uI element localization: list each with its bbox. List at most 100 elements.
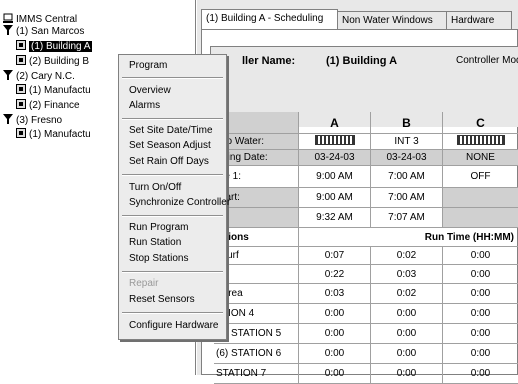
days-to-water-c[interactable]: [443, 134, 518, 150]
end-time-a: 9:32 AM: [299, 208, 371, 228]
station-runtime[interactable]: 0:00: [443, 284, 518, 304]
station-runtime[interactable]: 0:00: [299, 324, 371, 344]
menu-item-set-rain-off-days[interactable]: Set Rain Off Days: [129, 156, 209, 168]
tree-node-label: (1) San Marcos: [16, 26, 85, 37]
tree-root-label: IMMS Central: [16, 14, 78, 25]
menu-separator: [122, 271, 223, 273]
end-time-c: [443, 208, 518, 228]
first-start-b: 7:00 AM: [371, 188, 443, 208]
tree-node-label: (2) Building B: [29, 56, 90, 67]
tab-scheduling[interactable]: (1) Building A - Scheduling: [201, 9, 338, 30]
station-label: STATION 7: [214, 364, 299, 384]
tree-node-label: (2) Cary N.C.: [16, 71, 75, 82]
station-runtime[interactable]: 0:00: [443, 304, 518, 324]
controller-icon: [16, 55, 26, 65]
station-runtime[interactable]: 0:00: [443, 324, 518, 344]
days-to-water-b[interactable]: INT 3: [371, 134, 443, 150]
menu-item-program[interactable]: Program: [129, 60, 167, 72]
station-runtime[interactable]: 0:00: [443, 247, 518, 265]
station-runtime[interactable]: 0:22: [299, 265, 371, 284]
menu-item-run-station[interactable]: Run Station: [129, 237, 181, 249]
tree-node-fresno[interactable]: (3) Fresno: [3, 114, 62, 127]
tree-node-cary[interactable]: (2) Cary N.C.: [3, 70, 75, 83]
station-runtime[interactable]: 0:00: [443, 344, 518, 364]
days-to-water-a[interactable]: [299, 134, 371, 150]
station-runtime[interactable]: 0:00: [371, 344, 443, 364]
station-runtime[interactable]: 0:00: [371, 304, 443, 324]
station-runtime[interactable]: 0:00: [443, 364, 518, 384]
site-funnel-icon: [3, 25, 13, 35]
station-label: (6) STATION 6: [214, 344, 299, 364]
tree-node-building-a[interactable]: (1) Building A: [16, 40, 93, 53]
station-runtime[interactable]: 0:00: [299, 364, 371, 384]
station-runtime[interactable]: 0:03: [371, 265, 443, 284]
program-grid: m: A B C s to Water: INT 3 tering Date: …: [214, 112, 518, 384]
first-start-a: 9:00 AM: [299, 188, 371, 208]
scheduling-panel: (1) Building A - Scheduling Non Water Wi…: [197, 0, 518, 384]
weekday-pattern-icon: [314, 135, 355, 145]
tree-node-fresno-manufacturing[interactable]: (1) Manufactu: [16, 128, 91, 141]
menu-separator: [122, 118, 223, 120]
station-runtime[interactable]: 0:00: [371, 324, 443, 344]
station-runtime[interactable]: 0:07: [299, 247, 371, 265]
site-funnel-icon: [3, 70, 13, 80]
menu-item-reset-sensors[interactable]: Reset Sensors: [129, 294, 195, 306]
site-funnel-icon: [3, 114, 13, 124]
controller-name-label: ller Name:: [242, 55, 296, 67]
station-runtime[interactable]: 0:02: [371, 284, 443, 304]
menu-separator: [122, 312, 223, 314]
start-time-1-c[interactable]: OFF: [443, 166, 518, 188]
station-runtime[interactable]: 0:03: [299, 284, 371, 304]
controller-icon: [16, 40, 26, 50]
start-time-1-b[interactable]: 7:00 AM: [371, 166, 443, 188]
menu-item-stop-stations[interactable]: Stop Stations: [129, 253, 188, 265]
controller-icon: [16, 99, 26, 109]
end-time-b: 7:07 AM: [371, 208, 443, 228]
menu-item-synchronize-controller[interactable]: Synchronize Controller: [129, 197, 230, 209]
column-header-b[interactable]: B: [371, 112, 443, 134]
menu-separator: [122, 215, 223, 217]
station-runtime[interactable]: 0:00: [299, 344, 371, 364]
column-header-a[interactable]: A: [299, 112, 371, 134]
runtime-header: Run Time (HH:MM): [299, 228, 518, 247]
menu-item-set-site-date-time[interactable]: Set Site Date/Time: [129, 125, 213, 137]
tree-node-label: (1) Manufactu: [29, 129, 91, 140]
station-runtime[interactable]: 0:02: [371, 247, 443, 265]
menu-separator: [122, 174, 223, 176]
first-start-c: [443, 188, 518, 208]
controller-icon: [16, 84, 26, 94]
menu-item-turn-on-off[interactable]: Turn On/Off: [129, 182, 181, 194]
tree-node-building-b[interactable]: (2) Building B: [16, 55, 89, 68]
scheduling-page: ller Name: (1) Building A Controller Mod…: [201, 29, 518, 384]
controller-icon: [16, 128, 26, 138]
watering-date-a[interactable]: 03-24-03: [299, 150, 371, 166]
menu-separator: [122, 77, 223, 79]
menu-item-configure-hardware[interactable]: Configure Hardware: [129, 320, 219, 332]
start-time-1-a[interactable]: 9:00 AM: [299, 166, 371, 188]
tree-node-finance[interactable]: (2) Finance: [16, 99, 80, 112]
menu-item-set-season-adjust[interactable]: Set Season Adjust: [129, 140, 211, 152]
weekday-pattern-icon: [456, 135, 505, 145]
controller-mode-label: Controller Mod: [456, 55, 518, 66]
menu-item-alarms[interactable]: Alarms: [129, 100, 160, 112]
watering-date-c[interactable]: NONE: [443, 150, 518, 166]
tab-non-water-windows[interactable]: Non Water Windows: [337, 11, 447, 29]
station-runtime[interactable]: 0:00: [371, 364, 443, 384]
computer-icon: [3, 13, 13, 23]
menu-item-overview[interactable]: Overview: [129, 85, 171, 97]
controller-name-value: (1) Building A: [326, 55, 398, 67]
column-header-c[interactable]: C: [443, 112, 518, 134]
watering-date-b[interactable]: 03-24-03: [371, 150, 443, 166]
menu-item-run-program[interactable]: Run Program: [129, 222, 188, 234]
tab-hardware[interactable]: Hardware: [446, 11, 512, 29]
tree-node-cary-manufacturing[interactable]: (1) Manufactu: [16, 84, 91, 97]
context-menu: Program Overview Alarms Set Site Date/Ti…: [118, 54, 230, 340]
tree-node-label: (1) Manufactu: [29, 85, 91, 96]
station-runtime[interactable]: 0:00: [443, 265, 518, 284]
tree-node-label: (2) Finance: [29, 100, 80, 111]
tree-node-label: (3) Fresno: [16, 115, 63, 126]
station-runtime[interactable]: 0:00: [299, 304, 371, 324]
tree-node-san-marcos[interactable]: (1) San Marcos: [3, 25, 84, 38]
tree-node-label-selected: (1) Building A: [29, 41, 93, 52]
menu-item-repair: Repair: [129, 278, 159, 289]
